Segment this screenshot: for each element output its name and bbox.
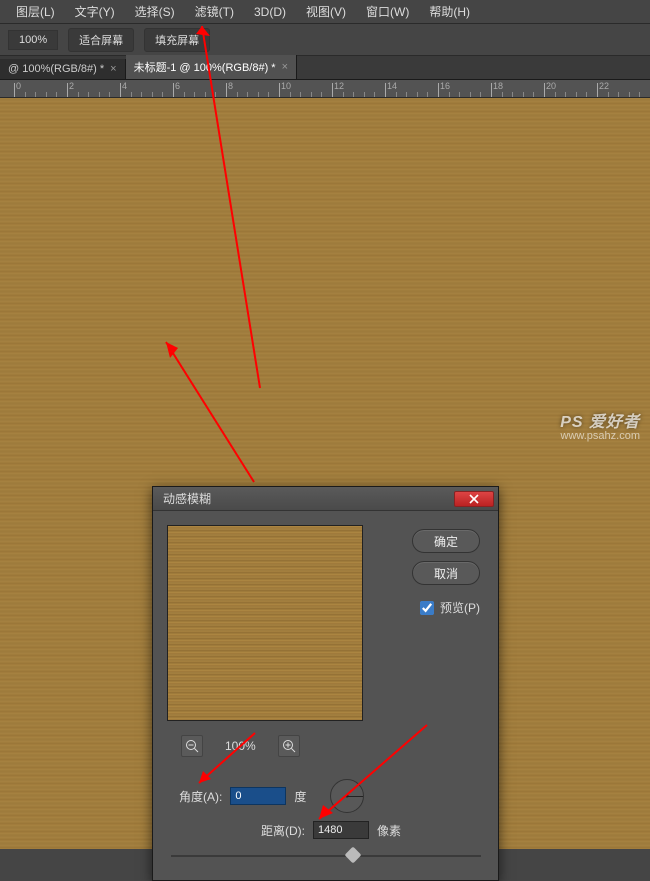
zoom-out-button[interactable]: [181, 735, 203, 757]
dialog-titlebar[interactable]: 动感模糊: [153, 487, 498, 511]
dialog-body: 确定 取消 预览(P) 100% 角度(A): 度: [153, 511, 498, 880]
preview-label: 预览(P): [440, 599, 480, 616]
menu-select[interactable]: 选择(S): [125, 3, 185, 20]
menu-help[interactable]: 帮助(H): [419, 3, 480, 20]
tab-document-2[interactable]: 未标题-1 @ 100%(RGB/8#) * ×: [126, 55, 297, 79]
options-bar: 100% 适合屏幕 填充屏幕: [0, 24, 650, 56]
preview-thumbnail[interactable]: [167, 525, 363, 721]
menu-window[interactable]: 窗口(W): [356, 3, 419, 20]
slider-thumb[interactable]: [345, 847, 362, 864]
zoom-level[interactable]: 100%: [8, 30, 58, 50]
preview-checkbox-row[interactable]: 预览(P): [420, 599, 480, 616]
menu-type[interactable]: 文字(Y): [65, 3, 125, 20]
tab-label: @ 100%(RGB/8#) *: [8, 63, 104, 75]
angle-input[interactable]: [230, 787, 286, 805]
angle-dial[interactable]: [330, 779, 364, 813]
distance-label: 距离(D):: [261, 822, 305, 839]
close-icon[interactable]: ×: [282, 61, 288, 73]
menu-3d[interactable]: 3D(D): [244, 5, 296, 19]
distance-row: 距离(D): 像素: [261, 821, 401, 839]
canvas-area[interactable]: PS 爱好者 www.psahz.com 动感模糊 确定 取消 预览(P): [0, 98, 650, 849]
close-icon: [469, 494, 479, 504]
distance-unit: 像素: [377, 822, 401, 839]
tab-document-1[interactable]: @ 100%(RGB/8#) * ×: [0, 59, 126, 79]
watermark-logo: PS 爱好者: [560, 408, 640, 432]
menu-view[interactable]: 视图(V): [296, 3, 356, 20]
motion-blur-dialog: 动感模糊 确定 取消 预览(P) 100%: [152, 486, 499, 881]
angle-row: 角度(A): 度: [179, 779, 364, 813]
zoom-in-button[interactable]: [278, 735, 300, 757]
cancel-button[interactable]: 取消: [412, 561, 480, 585]
dialog-title: 动感模糊: [163, 490, 211, 507]
preview-zoom-controls: 100%: [181, 735, 300, 757]
fill-screen-button[interactable]: 填充屏幕: [144, 28, 210, 52]
distance-slider[interactable]: [171, 849, 481, 863]
annotation-arrow-2: [148, 332, 268, 492]
horizontal-ruler: 024681012141618202224: [0, 80, 650, 98]
menu-layer[interactable]: 图层(L): [6, 3, 65, 20]
fit-screen-button[interactable]: 适合屏幕: [68, 28, 134, 52]
tab-label: 未标题-1 @ 100%(RGB/8#) *: [134, 59, 276, 75]
angle-label: 角度(A):: [179, 788, 222, 805]
close-button[interactable]: [454, 491, 494, 507]
zoom-out-icon: [185, 739, 199, 753]
zoom-in-icon: [282, 739, 296, 753]
watermark-url: www.psahz.com: [561, 430, 640, 442]
document-tabs: @ 100%(RGB/8#) * × 未标题-1 @ 100%(RGB/8#) …: [0, 56, 650, 80]
distance-input[interactable]: [313, 821, 369, 839]
slider-track: [171, 855, 481, 857]
ok-button[interactable]: 确定: [412, 529, 480, 553]
menu-filter[interactable]: 滤镜(T): [185, 3, 244, 20]
preview-checkbox[interactable]: [420, 601, 434, 615]
angle-unit: 度: [294, 788, 306, 805]
close-icon[interactable]: ×: [110, 63, 116, 75]
preview-zoom-value: 100%: [225, 739, 256, 753]
menu-bar: 图层(L) 文字(Y) 选择(S) 滤镜(T) 3D(D) 视图(V) 窗口(W…: [0, 0, 650, 24]
